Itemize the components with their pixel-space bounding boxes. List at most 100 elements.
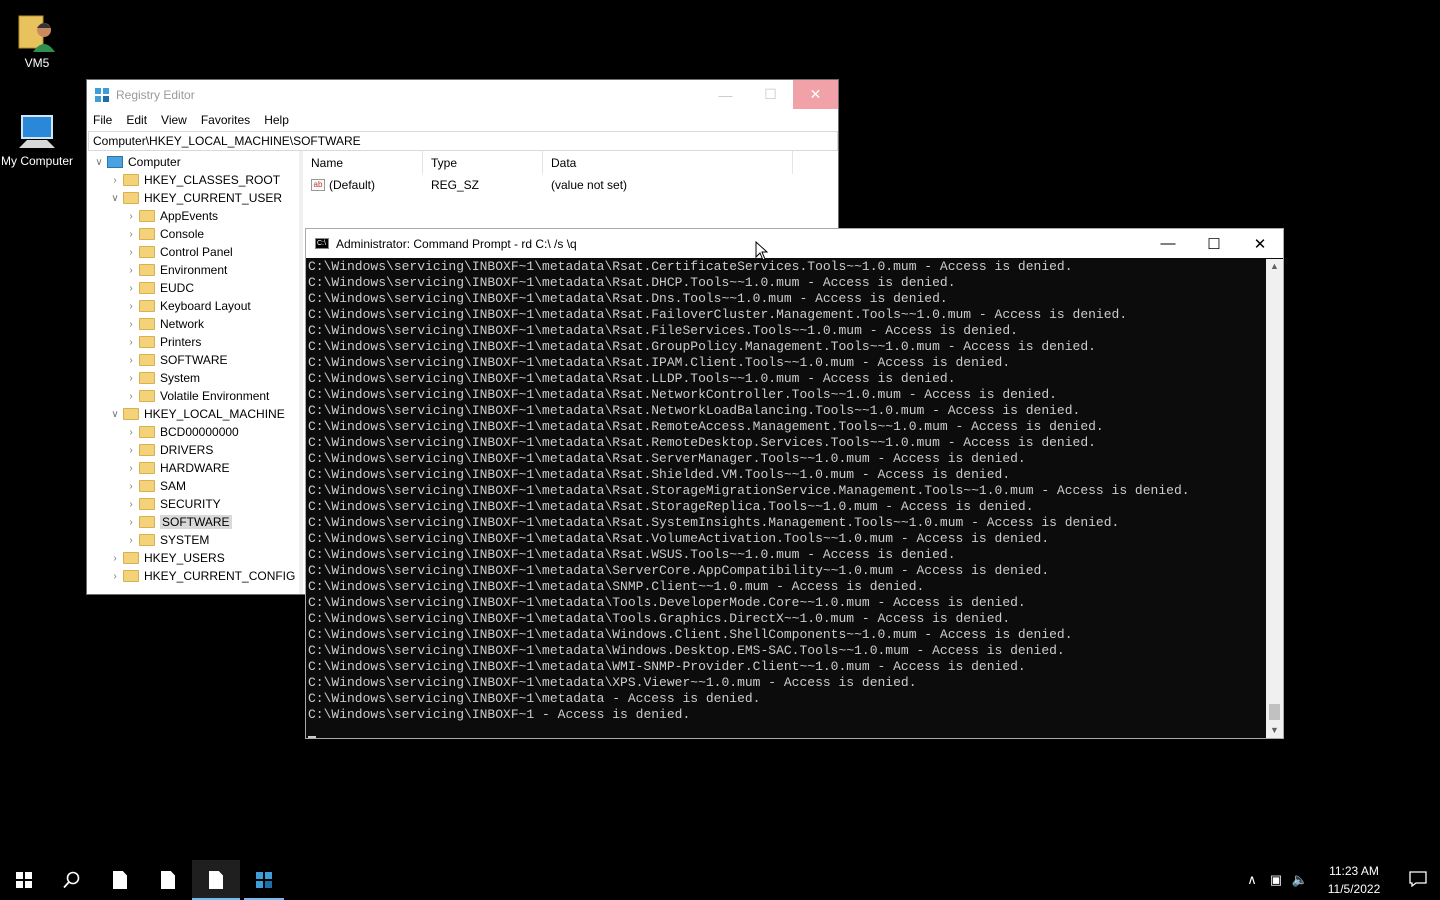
chevron-right-icon[interactable]: › (107, 553, 123, 564)
tree-item-label: SECURITY (160, 497, 221, 511)
notification-button[interactable] (1396, 870, 1440, 890)
chevron-right-icon[interactable]: › (123, 211, 139, 222)
tree-item-drivers[interactable]: › DRIVERS (87, 441, 299, 459)
folder-icon (139, 318, 155, 330)
tree-item-printers[interactable]: › Printers (87, 333, 299, 351)
tree-item-hkcc[interactable]: › HKEY_CURRENT_CONFIG (87, 567, 299, 585)
start-button[interactable] (0, 860, 48, 900)
tree-item-hardware[interactable]: › HARDWARE (87, 459, 299, 477)
tree-item-environment[interactable]: › Environment (87, 261, 299, 279)
chevron-down-icon[interactable]: ∨ (91, 157, 107, 168)
tree-item-sam[interactable]: › SAM (87, 477, 299, 495)
folder-icon (139, 354, 155, 366)
chevron-right-icon[interactable]: › (123, 337, 139, 348)
scroll-up-arrow-icon[interactable]: ▲ (1266, 259, 1283, 274)
tree-item-software[interactable]: › SOFTWARE (87, 351, 299, 369)
tree-item-label: SAM (160, 479, 187, 493)
taskbar-app-command-prompt[interactable] (192, 860, 240, 900)
chevron-right-icon[interactable]: › (123, 427, 139, 438)
chevron-right-icon[interactable]: › (123, 301, 139, 312)
chevron-right-icon[interactable]: › (123, 265, 139, 276)
column-header-name[interactable]: Name (303, 151, 423, 174)
chevron-right-icon[interactable]: › (123, 247, 139, 258)
tree-item-software[interactable]: › SOFTWARE (87, 513, 299, 531)
chevron-right-icon[interactable]: › (123, 463, 139, 474)
chevron-right-icon[interactable]: › (123, 517, 139, 528)
folder-icon (139, 498, 155, 510)
chevron-right-icon[interactable]: › (123, 481, 139, 492)
tree-item-control-panel[interactable]: › Control Panel (87, 243, 299, 261)
maximize-button[interactable]: ☐ (748, 80, 793, 109)
maximize-button[interactable]: ☐ (1191, 229, 1237, 258)
text-cursor (308, 736, 316, 738)
chevron-right-icon[interactable]: › (107, 571, 123, 582)
console-line: C:\Windows\servicing\INBOXF~1\metadata\R… (308, 515, 1120, 530)
chevron-right-icon[interactable]: › (123, 319, 139, 330)
taskbar-app-registry-editor[interactable] (240, 860, 288, 900)
chevron-right-icon[interactable]: › (123, 535, 139, 546)
computer-icon (19, 115, 55, 148)
column-header-type[interactable]: Type (423, 151, 543, 174)
vertical-scrollbar[interactable]: ▲ ▼ (1266, 259, 1283, 738)
tree-item-hkcr[interactable]: › HKEY_CLASSES_ROOT (87, 171, 299, 189)
network-icon[interactable]: ▣ (1264, 872, 1288, 888)
column-header-data[interactable]: Data (543, 151, 793, 174)
menu-file[interactable]: File (93, 113, 112, 127)
folder-icon (139, 228, 155, 240)
command-prompt-titlebar[interactable]: C:\ Administrator: Command Prompt - rd C… (306, 229, 1283, 258)
menu-edit[interactable]: Edit (126, 113, 147, 127)
tree-item-hklm[interactable]: ∨ HKEY_LOCAL_MACHINE (87, 405, 299, 423)
menu-help[interactable]: Help (264, 113, 289, 127)
chevron-right-icon[interactable]: › (123, 283, 139, 294)
tree-item-system[interactable]: › System (87, 369, 299, 387)
tree-item-hku[interactable]: › HKEY_USERS (87, 549, 299, 567)
chevron-right-icon[interactable]: › (123, 229, 139, 240)
file-icon (161, 871, 175, 889)
close-button[interactable]: ✕ (793, 80, 838, 109)
desktop-icon-my-computer[interactable]: My Computer (0, 112, 74, 169)
chevron-right-icon[interactable]: › (123, 355, 139, 366)
tree-item-appevents[interactable]: › AppEvents (87, 207, 299, 225)
tree-item-security[interactable]: › SECURITY (87, 495, 299, 513)
tree-item-console[interactable]: › Console (87, 225, 299, 243)
console-line: C:\Windows\servicing\INBOXF~1\metadata\W… (308, 627, 1073, 642)
chevron-down-icon[interactable]: ∨ (107, 193, 123, 204)
menu-favorites[interactable]: Favorites (201, 113, 250, 127)
volume-icon[interactable]: 🔈 (1288, 872, 1312, 888)
chevron-down-icon[interactable]: ∨ (107, 409, 123, 420)
menu-bar: File Edit View Favorites Help (87, 109, 838, 131)
chevron-right-icon[interactable]: › (123, 373, 139, 384)
taskbar-app-file-2[interactable] (144, 860, 192, 900)
taskbar-app-file-1[interactable] (96, 860, 144, 900)
scroll-down-arrow-icon[interactable]: ▼ (1266, 723, 1283, 738)
tree-item-bcd00000000[interactable]: › BCD00000000 (87, 423, 299, 441)
tree-item-volatile-environment[interactable]: › Volatile Environment (87, 387, 299, 405)
address-bar[interactable]: Computer\HKEY_LOCAL_MACHINE\SOFTWARE (88, 131, 838, 151)
console-line: C:\Windows\servicing\INBOXF~1\metadata\S… (308, 563, 1050, 578)
search-button[interactable] (48, 860, 96, 900)
console-output[interactable]: C:\Windows\servicing\INBOXF~1\metadata\R… (307, 259, 1266, 738)
menu-view[interactable]: View (161, 113, 187, 127)
folder-icon (139, 246, 155, 258)
tree-item-system[interactable]: › SYSTEM (87, 531, 299, 549)
tree-item-keyboard-layout[interactable]: › Keyboard Layout (87, 297, 299, 315)
clock[interactable]: 11:23 AM 11/5/2022 (1318, 862, 1390, 898)
chevron-right-icon[interactable]: › (123, 391, 139, 402)
tree-item-eudc[interactable]: › EUDC (87, 279, 299, 297)
scroll-thumb[interactable] (1269, 704, 1280, 720)
chevron-right-icon[interactable]: › (123, 499, 139, 510)
chevron-right-icon[interactable]: › (107, 175, 123, 186)
tree-item-network[interactable]: › Network (87, 315, 299, 333)
tree-item-computer[interactable]: ∨ Computer (87, 153, 299, 171)
minimize-button[interactable]: — (703, 80, 748, 109)
minimize-button[interactable]: — (1145, 229, 1191, 258)
tree-item-label: System (160, 371, 201, 385)
chevron-right-icon[interactable]: › (123, 445, 139, 456)
close-button[interactable]: ✕ (1237, 229, 1283, 258)
tree-item-hkcu[interactable]: ∨ HKEY_CURRENT_USER (87, 189, 299, 207)
taskbar: ∧ ▣ 🔈 11:23 AM 11/5/2022 (0, 860, 1440, 900)
desktop-icon-vm5[interactable]: VM5 (0, 10, 74, 71)
chevron-up-icon[interactable]: ∧ (1240, 872, 1264, 888)
console-line: C:\Windows\servicing\INBOXF~1\metadata\R… (308, 547, 956, 562)
value-row[interactable]: ab (Default) REG_SZ (value not set) (303, 175, 838, 195)
